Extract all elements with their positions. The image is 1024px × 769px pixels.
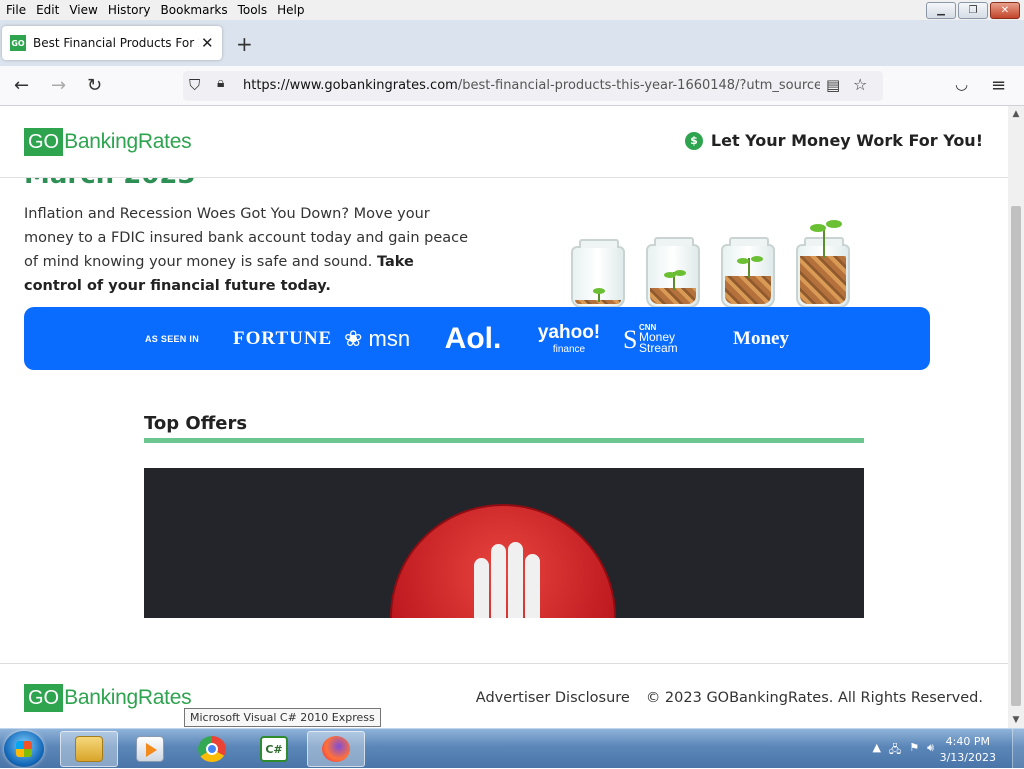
clock-time: 4:40 PM xyxy=(945,735,990,748)
media-player-icon xyxy=(136,736,164,762)
dollar-icon: $ xyxy=(684,131,703,150)
clock-date: 3/13/2023 xyxy=(939,751,996,764)
reload-icon[interactable]: ↻ xyxy=(87,75,102,96)
lock-icon[interactable]: 🔒︎ xyxy=(217,75,224,91)
tab-title: Best Financial Products For 2023 xyxy=(33,36,199,50)
menu-help[interactable]: Help xyxy=(273,3,308,17)
menu-view[interactable]: View xyxy=(65,3,101,17)
msn-butterfly-icon: ❀ xyxy=(343,325,363,351)
fortune-logo: FORTUNE xyxy=(233,327,333,349)
show-desktop-button[interactable] xyxy=(1012,729,1024,769)
menu-tools[interactable]: Tools xyxy=(234,3,272,17)
jar-3 xyxy=(721,237,775,308)
jar-2 xyxy=(646,237,700,308)
advertiser-disclosure-link[interactable]: Advertiser Disclosure xyxy=(476,690,630,706)
back-arrow-icon[interactable]: ← xyxy=(14,75,29,96)
jar-1 xyxy=(571,239,625,308)
scroll-down-arrow-icon[interactable]: ▼ xyxy=(1008,712,1024,728)
tab-active[interactable]: GO Best Financial Products For 2023 ✕ xyxy=(2,26,222,60)
cnn-money-stream-logo: CNNMoneyStream xyxy=(617,323,713,355)
hand-graphic xyxy=(472,540,542,618)
hamburger-menu-icon[interactable]: ≡ xyxy=(991,75,1006,96)
system-tray: ▲ 🖧︎ ⚑ 🔊︎ xyxy=(872,741,934,760)
yahoo-finance-logo: yahoo! finance xyxy=(521,322,617,355)
visual-csharp-icon: C# xyxy=(260,736,288,762)
taskbar-chrome[interactable] xyxy=(183,731,241,767)
footer-logo-wordmark: BankingRates xyxy=(64,686,192,709)
taskbar-media-player[interactable] xyxy=(121,731,179,767)
money-jars-image xyxy=(565,178,855,308)
firefox-icon xyxy=(322,736,350,762)
footer-logo[interactable]: GO BankingRates xyxy=(24,684,192,712)
gobankingrates-favicon-icon: GO xyxy=(10,35,26,51)
windows-taskbar: C# ▲ 🖧︎ ⚑ 🔊︎ 4:40 PM 3/13/2023 xyxy=(0,728,1024,769)
taskbar-tooltip: Microsoft Visual C# 2010 Express xyxy=(184,708,381,727)
tagline-text: Let Your Money Work For You! xyxy=(710,131,983,150)
as-seen-in-label: AS SEEN IN xyxy=(145,333,200,344)
header-tagline: $ Let Your Money Work For You! xyxy=(684,131,983,150)
url-path: /best-financial-products-this-year-16601… xyxy=(457,78,820,93)
footer-links: Advertiser Disclosure © 2023 GOBankingRa… xyxy=(476,690,983,706)
navigation-bar: ← → ↻ ⛉ 🔒︎ https://www.gobankingrates.co… xyxy=(0,66,1024,106)
hero-paragraph: Inflation and Recession Woes Got You Dow… xyxy=(24,202,474,298)
tab-close-icon[interactable]: ✕ xyxy=(201,34,214,52)
taskbar-visual-csharp[interactable]: C# xyxy=(245,731,303,767)
taskbar-firefox[interactable] xyxy=(307,731,365,767)
footer-logo-go: GO xyxy=(24,684,64,712)
msn-text: msn xyxy=(368,325,411,351)
copyright-text: © 2023 GOBankingRates. All Rights Reserv… xyxy=(645,690,983,706)
pocket-icon[interactable]: ◡ xyxy=(955,75,968,93)
network-icon[interactable]: 🖧︎ xyxy=(889,741,901,760)
menu-edit[interactable]: Edit xyxy=(32,3,63,17)
new-tab-icon[interactable]: + xyxy=(236,32,253,56)
site-footer: GO BankingRates Advertiser Disclosure © … xyxy=(0,663,1008,728)
url-host: https://www.gobankingrates.com xyxy=(243,78,458,93)
jar-4 xyxy=(796,220,850,308)
taskbar-clock[interactable]: 4:40 PM 3/13/2023 xyxy=(940,734,996,766)
menu-history[interactable]: History xyxy=(104,3,155,17)
web-page: GO BankingRates $ Let Your Money Work Fo… xyxy=(0,106,1008,728)
stop-hand-icon xyxy=(390,504,616,618)
url-text[interactable]: https://www.gobankingrates.com/best-fina… xyxy=(243,78,820,93)
action-center-flag-icon[interactable]: ⚑ xyxy=(909,741,919,760)
folder-icon xyxy=(75,736,103,762)
tab-strip: GO Best Financial Products For 2023 ✕ + xyxy=(0,20,1024,66)
tray-expand-icon[interactable]: ▲ xyxy=(872,741,880,760)
top-offers-divider xyxy=(144,438,864,443)
bookmark-star-icon[interactable]: ☆ xyxy=(853,75,867,94)
menu-file[interactable]: File xyxy=(2,3,30,17)
close-window-button[interactable]: ✕ xyxy=(990,2,1020,19)
top-offers-heading: Top Offers xyxy=(144,413,248,434)
page-scrollbar[interactable]: ▲ ▼ xyxy=(1008,106,1024,728)
scroll-up-arrow-icon[interactable]: ▲ xyxy=(1008,106,1024,122)
taskbar-explorer[interactable] xyxy=(60,731,118,767)
yahoo-sub: finance xyxy=(552,344,586,355)
offer-video-player[interactable] xyxy=(144,468,864,618)
gobankingrates-logo[interactable]: GO BankingRates xyxy=(24,128,192,156)
window-controls: ▁ ❐ ✕ xyxy=(926,2,1020,19)
as-seen-in-banner: AS SEEN IN FORTUNE ❀ msn Aol. yahoo! fina… xyxy=(24,307,930,370)
menu-bookmarks[interactable]: Bookmarks xyxy=(157,3,232,17)
restore-button[interactable]: ❐ xyxy=(958,2,988,19)
reader-view-icon[interactable]: ▤ xyxy=(826,76,840,94)
msn-logo: ❀ msn xyxy=(329,326,425,352)
start-button[interactable] xyxy=(4,731,44,767)
chrome-icon xyxy=(198,736,226,762)
yahoo-text: yahoo! xyxy=(537,322,601,343)
url-bar[interactable]: ⛉ 🔒︎ https://www.gobankingrates.com/best… xyxy=(183,71,883,101)
forward-arrow-icon[interactable]: → xyxy=(51,75,66,96)
money-logo: Money xyxy=(733,327,789,349)
shield-icon[interactable]: ⛉ xyxy=(189,76,200,94)
logo-wordmark: BankingRates xyxy=(64,130,192,153)
scroll-thumb[interactable] xyxy=(1011,206,1021,706)
logo-go: GO xyxy=(24,128,64,156)
menu-bar: File Edit View History Bookmarks Tools H… xyxy=(0,0,1024,20)
aol-logo: Aol. xyxy=(444,321,502,355)
volume-icon[interactable]: 🔊︎ xyxy=(927,741,934,760)
minimize-button[interactable]: ▁ xyxy=(926,2,956,19)
site-header: GO BankingRates $ Let Your Money Work Fo… xyxy=(0,106,1008,178)
cnn-stream-text: Stream xyxy=(639,341,678,355)
